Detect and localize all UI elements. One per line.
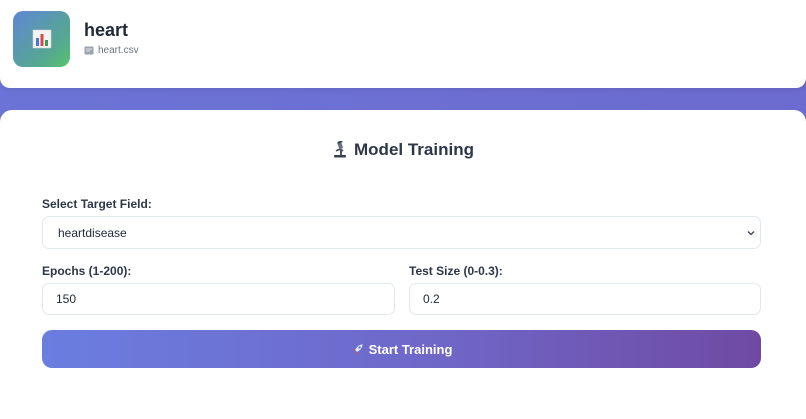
file-name: heart.csv — [98, 45, 139, 56]
section-title: Model Training — [0, 140, 806, 160]
dataset-header-card: heart heart.csv — [0, 0, 806, 88]
target-field-select[interactable]: heartdisease — [42, 216, 761, 249]
bar-chart-icon — [32, 29, 51, 49]
epochs-label: Epochs (1-200): — [42, 264, 132, 278]
start-training-label: Start Training — [368, 341, 453, 357]
target-field-value: heartdisease — [58, 225, 127, 240]
file-info: heart.csv — [84, 45, 139, 56]
test-size-label: Test Size (0-0.3): — [409, 264, 503, 278]
dataset-name: heart — [84, 20, 129, 40]
start-training-button[interactable]: Start Training — [42, 330, 761, 368]
section-title-text: Model Training — [354, 140, 474, 159]
chevron-down-icon — [747, 231, 755, 236]
file-card-icon — [84, 46, 94, 55]
dataset-logo — [13, 11, 70, 67]
rocket-icon — [351, 343, 363, 355]
microscope-icon — [334, 141, 347, 158]
test-size-input[interactable] — [409, 283, 761, 315]
epochs-input[interactable] — [42, 283, 395, 315]
target-field-label: Select Target Field: — [42, 197, 152, 211]
